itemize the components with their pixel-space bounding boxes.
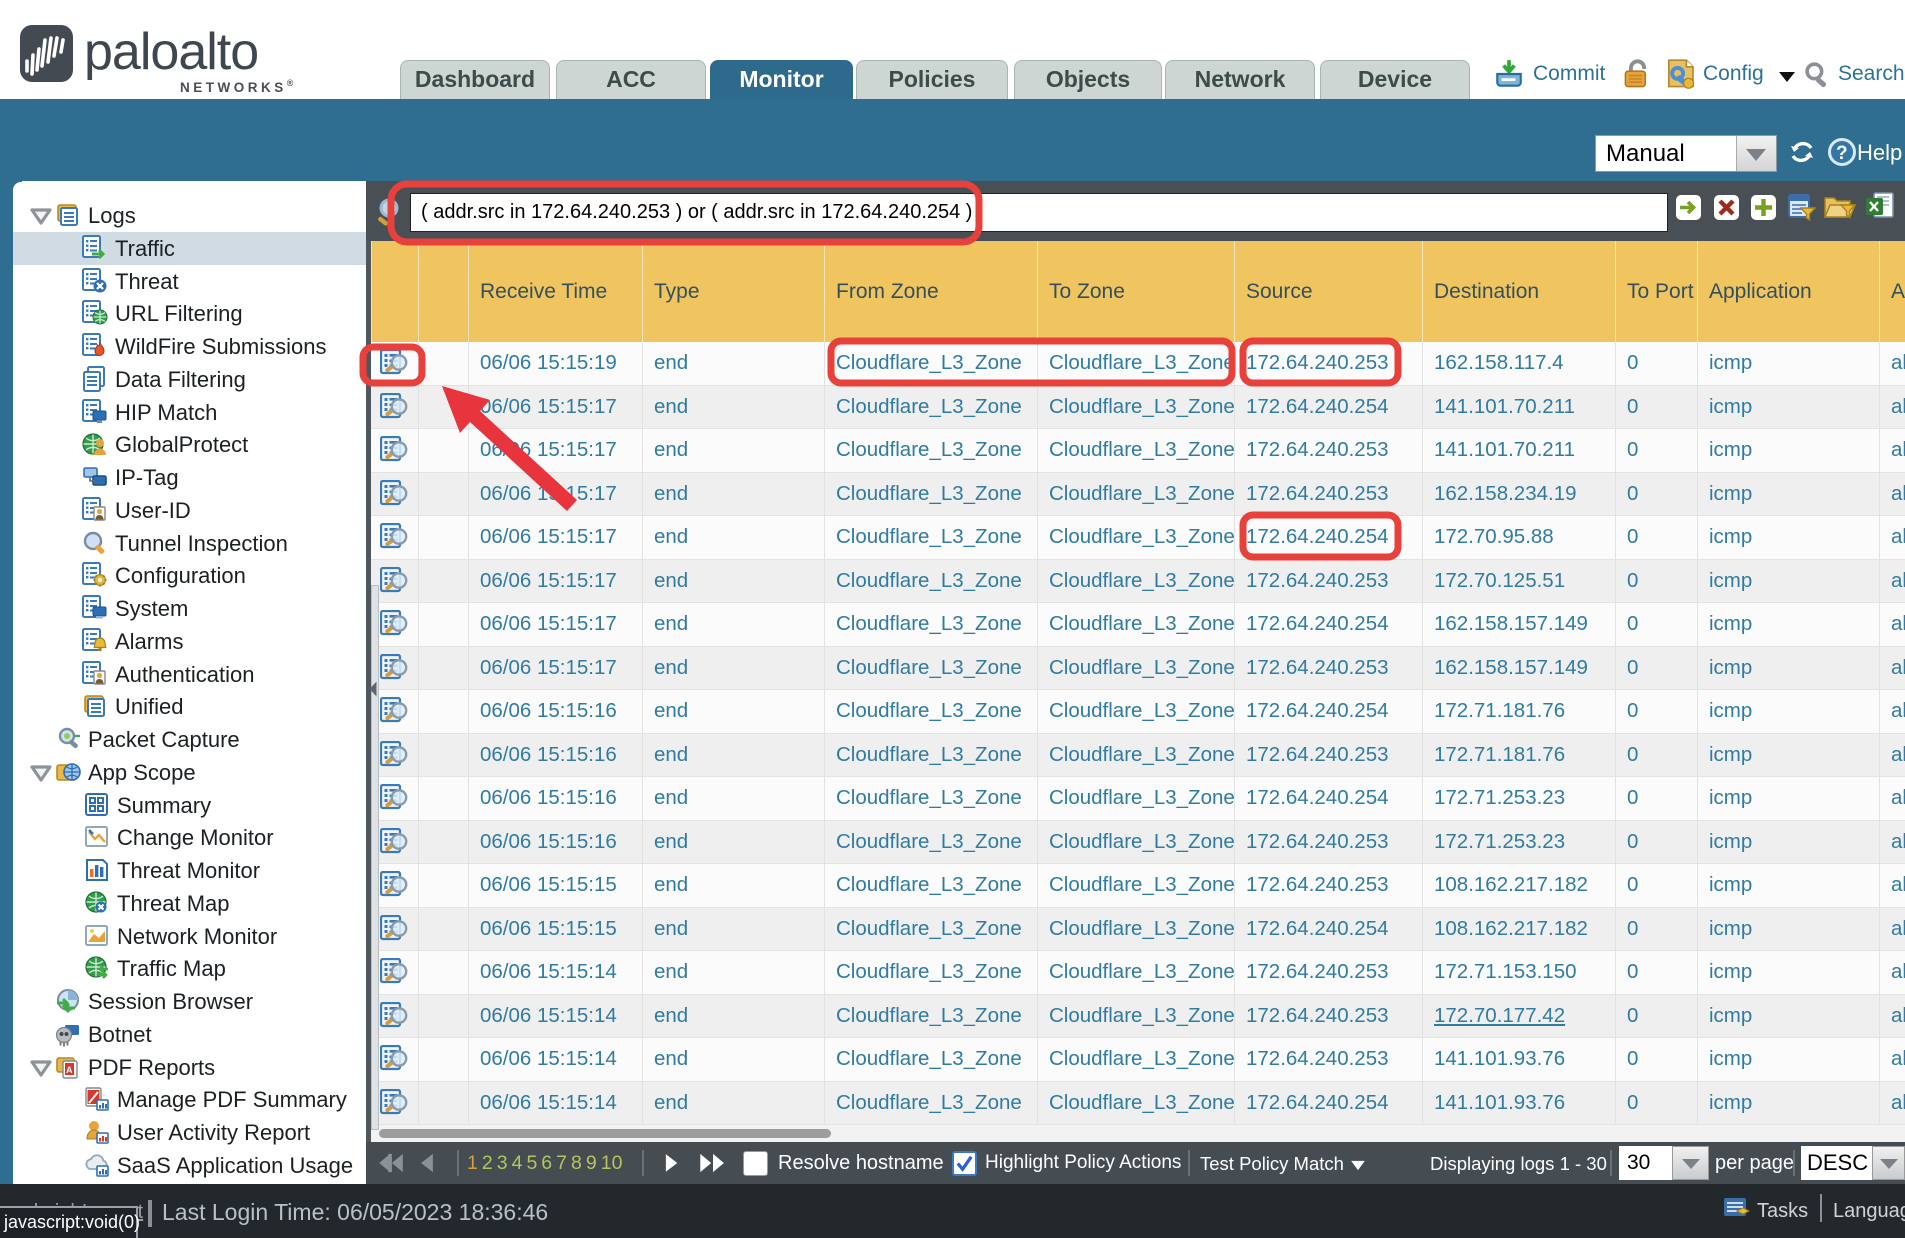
- svg-text:A: A: [66, 1065, 73, 1075]
- svg-text:?: ?: [1836, 143, 1848, 164]
